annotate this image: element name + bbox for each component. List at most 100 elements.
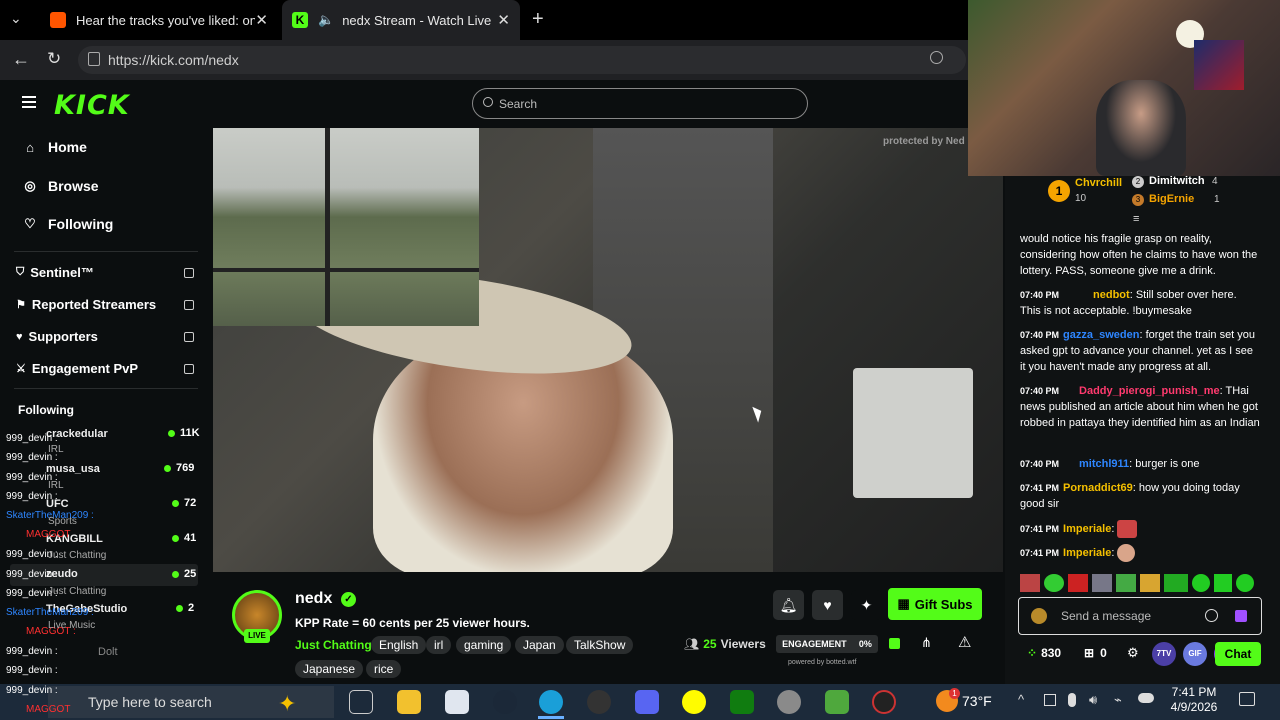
emote-icon[interactable] (1044, 574, 1064, 592)
emote-icon[interactable] (1164, 574, 1188, 592)
channel-name[interactable]: nedx (295, 590, 332, 608)
volume-icon[interactable]: 🔊︎ (1089, 692, 1097, 708)
tool-sentinel[interactable]: ⛉ Sentinel™ (16, 265, 94, 280)
tag-chip[interactable]: gaming (456, 636, 512, 654)
tag-chip[interactable]: irl (426, 636, 452, 654)
edge-icon[interactable] (539, 690, 563, 714)
7tv-button[interactable]: 7TV (1152, 642, 1176, 666)
tag-chip[interactable]: English (371, 636, 427, 654)
leader-name[interactable]: BigErnie (1149, 193, 1194, 205)
collapse-leaderboard-icon[interactable]: ≡ (1133, 213, 1139, 225)
microphone-icon[interactable] (1068, 693, 1076, 707)
search-input[interactable]: Search (472, 88, 808, 119)
close-tab-icon[interactable]: ✕ (497, 11, 510, 29)
sparkle-button[interactable]: ✦ (851, 590, 882, 620)
nav-browse[interactable]: ◎ Browse (22, 178, 98, 194)
chat-username[interactable]: nedbot (1093, 289, 1130, 301)
xbox-icon[interactable] (730, 690, 754, 714)
url-field[interactable]: https://kick.com/nedx (78, 46, 966, 74)
channel-points[interactable]: ⁘ 830 (1027, 646, 1061, 660)
tool-engagement-pvp[interactable]: ⚔ Engagement PvP (16, 361, 138, 376)
chat-username[interactable]: mitchl911 (1079, 458, 1129, 470)
follow-button[interactable]: ♥ (812, 590, 843, 620)
app-icon[interactable] (777, 690, 801, 714)
notification-bell-button[interactable]: 🔔︎ (773, 590, 804, 620)
emote-icon[interactable] (1192, 574, 1210, 592)
tool-supporters[interactable]: ♥ Supporters (16, 329, 98, 344)
clock[interactable]: 7:41 PM 4/9/2026 (1168, 685, 1220, 715)
nav-home[interactable]: ⌂ Home (22, 139, 87, 155)
speaker-icon[interactable]: 🔈 (318, 12, 334, 28)
tab-kick-nedx[interactable]: K 🔈 nedx Stream - Watch Live on ✕ (282, 0, 520, 40)
emote-icon[interactable] (1140, 574, 1160, 592)
snapchat-icon[interactable] (682, 690, 706, 714)
emote-icon[interactable] (1092, 574, 1112, 592)
gift-subs-button[interactable]: ▦ Gift Subs (888, 588, 982, 620)
chat-username[interactable]: Pornaddict69 (1063, 482, 1133, 494)
tool-reported-streamers[interactable]: ⚑ Reported Streamers (16, 297, 156, 312)
stats-icon[interactable] (889, 638, 900, 649)
app-icon[interactable] (872, 690, 896, 714)
chat-username[interactable]: Daddy_pierogi_punish_me (1079, 385, 1220, 397)
emote-icon[interactable] (1236, 574, 1254, 592)
tab-soundcloud[interactable]: Hear the tracks you've liked: on So ✕ (40, 0, 278, 40)
category-link[interactable]: Just Chatting (295, 638, 372, 652)
kick-logo[interactable]: KICK (54, 90, 130, 121)
close-tab-icon[interactable]: ✕ (255, 11, 268, 29)
external-link-icon[interactable] (184, 332, 194, 342)
show-hidden-icons-icon[interactable]: ^ (1018, 692, 1024, 707)
following-channel-name[interactable]: Dolt (98, 646, 118, 658)
chat-settings-gear-icon[interactable]: ⚙ (1127, 645, 1139, 661)
new-tab-icon[interactable]: + (532, 8, 544, 31)
chat-username[interactable]: Imperiale (1063, 523, 1111, 535)
chat-username[interactable]: Imperiale (1063, 547, 1111, 559)
weather-badge: 1 (949, 688, 960, 699)
app-icon[interactable] (825, 690, 849, 714)
emote-icon[interactable] (1020, 574, 1040, 592)
drops-counter[interactable]: ⊞ 0 (1084, 646, 1107, 660)
chat-username[interactable]: gazza_sweden (1063, 329, 1139, 341)
emoji-icon[interactable] (1205, 609, 1218, 622)
share-icon[interactable]: ⋔ (921, 635, 932, 651)
emote-icon (1117, 544, 1136, 562)
chat-message-input[interactable]: Send a message (1018, 597, 1262, 635)
task-view-icon[interactable] (349, 690, 373, 714)
store-icon[interactable] (445, 690, 469, 714)
leader-name[interactable]: Chvrchill (1075, 177, 1122, 189)
chat-send-button[interactable]: Chat (1215, 642, 1261, 666)
tag-chip[interactable]: TalkShow (566, 636, 634, 654)
obs-icon[interactable] (587, 690, 611, 714)
menu-icon[interactable] (22, 96, 36, 108)
tag-chip[interactable]: rice (366, 660, 402, 678)
leader-name[interactable]: Dimitwitch (1149, 175, 1205, 187)
tab-list-chevron-icon[interactable]: ⌄ (10, 10, 22, 27)
site-info-icon[interactable] (88, 52, 100, 66)
emote-icon[interactable] (1116, 574, 1136, 592)
flag-poster (1194, 40, 1244, 90)
emote-icon[interactable] (1068, 574, 1088, 592)
gif-button[interactable]: GIF (1183, 642, 1207, 666)
taskbar-search-input[interactable]: Type here to search ✦ (48, 686, 334, 718)
chat-message: 07:40 PM nedbot: Still sober over here. T… (1020, 289, 1237, 317)
back-icon[interactable]: ← (12, 49, 30, 70)
reload-icon[interactable]: ↻ (47, 49, 61, 69)
notifications-icon[interactable] (1239, 692, 1255, 706)
tag-chip[interactable]: Japan (515, 636, 564, 654)
viewer-count: 2 (176, 602, 194, 614)
zoom-icon[interactable] (930, 51, 943, 64)
cloud-icon[interactable] (1138, 693, 1154, 703)
tray-icon[interactable] (1044, 694, 1056, 706)
steam-icon[interactable] (493, 690, 517, 714)
extension-icon[interactable] (1235, 610, 1247, 622)
external-link-icon[interactable] (184, 268, 194, 278)
emote-icon[interactable] (1214, 574, 1232, 592)
report-warning-icon[interactable]: ⚠ (958, 633, 971, 651)
external-link-icon[interactable] (184, 300, 194, 310)
network-icon[interactable]: ⌁ (1114, 692, 1122, 708)
external-link-icon[interactable] (184, 364, 194, 374)
discord-icon[interactable] (635, 690, 659, 714)
tag-chip[interactable]: Japanese (295, 660, 364, 678)
file-explorer-icon[interactable] (397, 690, 421, 714)
nav-following[interactable]: ♡ Following (22, 216, 113, 232)
pip-window-view (213, 128, 479, 326)
